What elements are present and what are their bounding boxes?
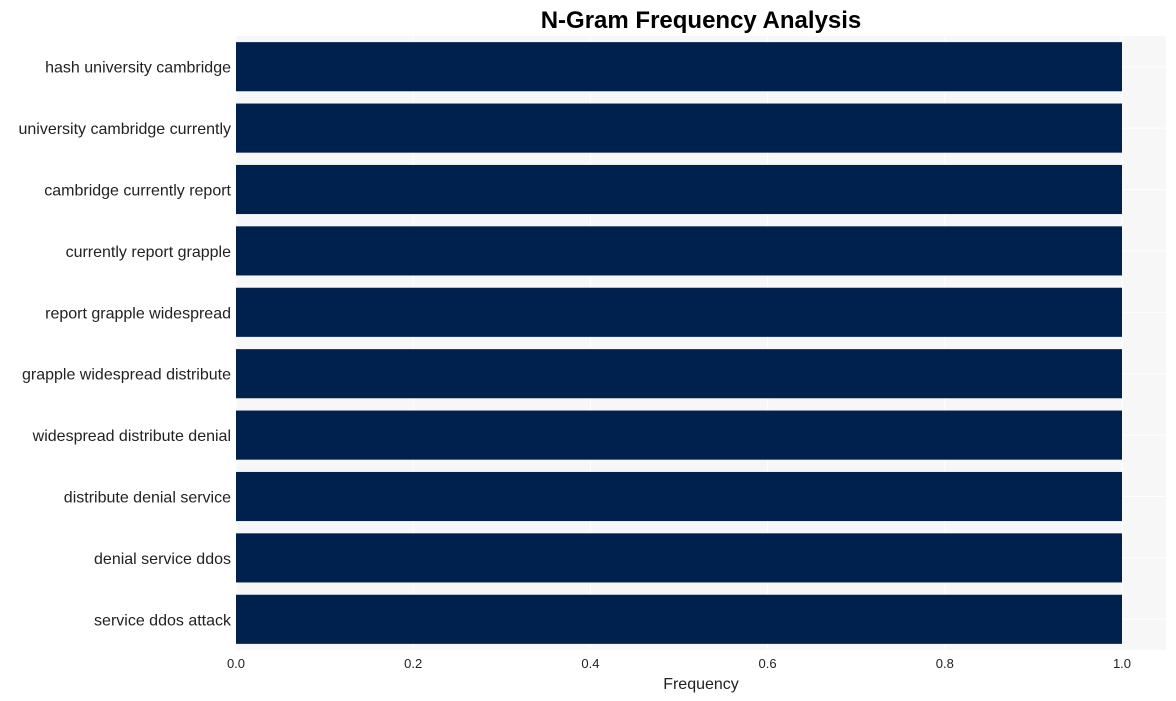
y-tick-label: denial service ddos (94, 551, 231, 568)
y-tick-label: hash university cambridge (45, 60, 231, 77)
x-tick-label: 0.6 (759, 656, 777, 671)
bar (236, 349, 1122, 399)
x-tick-label: 0.2 (404, 656, 422, 671)
x-axis-label: Frequency (663, 676, 739, 693)
bar (236, 42, 1122, 92)
bar (236, 103, 1122, 153)
y-tick-label: service ddos attack (94, 612, 232, 629)
y-tick-label: university cambridge currently (18, 121, 231, 138)
x-tick-label: 1.0 (1113, 656, 1131, 671)
bar (236, 226, 1122, 276)
chart-title: N-Gram Frequency Analysis (541, 7, 862, 34)
y-tick-label: widespread distribute denial (32, 428, 231, 445)
bar (236, 471, 1122, 522)
y-tick-label: currently report grapple (66, 244, 232, 261)
x-tick-label: 0.0 (227, 656, 245, 671)
bar (236, 533, 1122, 583)
bar (236, 164, 1122, 215)
ngram-bar-chart: hash university cambridge university camb… (18, 7, 1166, 693)
bar (236, 287, 1122, 337)
y-tick-label: grapple widespread distribute (22, 367, 231, 384)
x-tick-label: 0.4 (581, 656, 599, 671)
bar (236, 410, 1122, 460)
x-tick-labels: 0.0 0.2 0.4 0.6 0.8 1.0 (227, 656, 1131, 671)
bar (236, 594, 1122, 644)
y-tick-label: distribute denial service (64, 490, 231, 507)
y-tick-labels: hash university cambridge university camb… (18, 60, 232, 630)
y-tick-label: report grapple widespread (45, 305, 231, 322)
y-tick-label: cambridge currently report (44, 183, 231, 200)
x-tick-label: 0.8 (936, 656, 954, 671)
